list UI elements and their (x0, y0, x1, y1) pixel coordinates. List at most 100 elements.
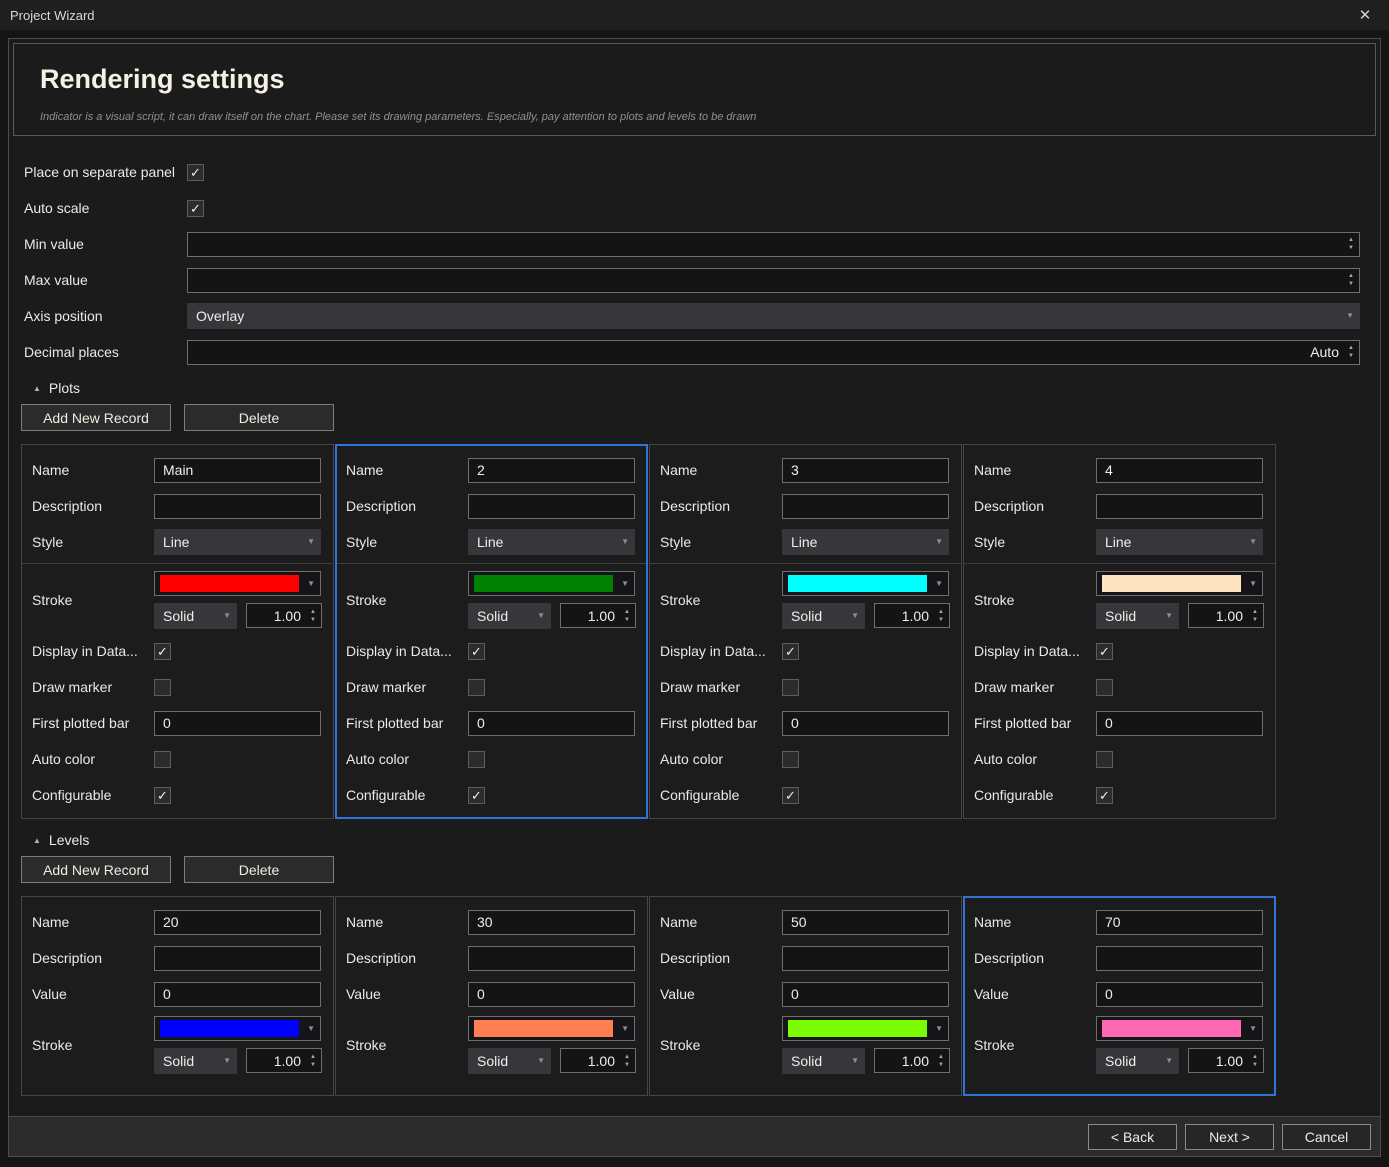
level-description-input[interactable] (154, 946, 321, 971)
spin-up-icon[interactable]: ▲ (310, 609, 316, 615)
spin-down-icon[interactable]: ▼ (624, 617, 630, 623)
spin-down-icon[interactable]: ▼ (1348, 245, 1354, 251)
auto-color-checkbox[interactable] (782, 751, 799, 768)
plot-stroke-style-dropdown[interactable]: Solid ▼ (782, 603, 865, 629)
levels-delete-button[interactable]: Delete (184, 856, 334, 883)
plot-style-dropdown[interactable]: Line ▼ (468, 529, 635, 555)
stroke-width-spinner[interactable]: ▲ ▼ (935, 609, 949, 623)
plot-description-input[interactable] (1096, 494, 1263, 519)
back-button[interactable]: < Back (1088, 1124, 1177, 1150)
plots-section-header[interactable]: ▲ Plots (33, 378, 1380, 398)
spin-up-icon[interactable]: ▲ (310, 1054, 316, 1060)
plot-name-input[interactable] (1096, 458, 1263, 483)
level-description-input[interactable] (782, 946, 949, 971)
decimal-places-spinner[interactable]: ▲ ▼ (1345, 345, 1359, 359)
display-in-data-checkbox[interactable] (782, 643, 799, 660)
stroke-width-spinner[interactable]: ▲ ▼ (1249, 609, 1263, 623)
level-stroke-style-dropdown[interactable]: Solid ▼ (468, 1048, 551, 1074)
auto-scale-checkbox[interactable] (187, 200, 204, 217)
configurable-checkbox[interactable] (468, 787, 485, 804)
spin-up-icon[interactable]: ▲ (1348, 345, 1354, 351)
level-stroke-width-stepper[interactable]: 1.00 ▲ ▼ (1188, 1048, 1264, 1073)
plot-description-input[interactable] (468, 494, 635, 519)
configurable-checkbox[interactable] (154, 787, 171, 804)
spin-up-icon[interactable]: ▲ (1252, 609, 1258, 615)
level-value-input[interactable] (782, 982, 949, 1007)
plot-stroke-width-stepper[interactable]: 1.00 ▲ ▼ (874, 603, 950, 628)
spin-up-icon[interactable]: ▲ (624, 609, 630, 615)
spin-down-icon[interactable]: ▼ (1252, 1062, 1258, 1068)
plot-name-input[interactable] (154, 458, 321, 483)
plot-record-card[interactable]: Name Description Style Line ▼ Stroke ▼ (649, 444, 962, 819)
first-plotted-bar-input[interactable] (1096, 711, 1263, 736)
level-record-card[interactable]: Name Description Value Stroke ▼ Solid ▼ (21, 896, 334, 1096)
display-in-data-checkbox[interactable] (1096, 643, 1113, 660)
stroke-width-spinner[interactable]: ▲ ▼ (935, 1054, 949, 1068)
close-icon[interactable]: ✕ (1351, 3, 1379, 27)
next-button[interactable]: Next > (1185, 1124, 1274, 1150)
min-value-input[interactable]: ▲ ▼ (187, 232, 1360, 257)
spin-up-icon[interactable]: ▲ (1252, 1054, 1258, 1060)
spin-up-icon[interactable]: ▲ (1348, 273, 1354, 279)
level-description-input[interactable] (468, 946, 635, 971)
level-stroke-color-picker[interactable]: ▼ (468, 1016, 635, 1041)
level-stroke-style-dropdown[interactable]: Solid ▼ (1096, 1048, 1179, 1074)
level-stroke-color-picker[interactable]: ▼ (782, 1016, 949, 1041)
level-stroke-color-picker[interactable]: ▼ (154, 1016, 321, 1041)
first-plotted-bar-input[interactable] (154, 711, 321, 736)
place-on-separate-panel-checkbox[interactable] (187, 164, 204, 181)
configurable-checkbox[interactable] (1096, 787, 1113, 804)
spin-down-icon[interactable]: ▼ (624, 1062, 630, 1068)
level-value-input[interactable] (1096, 982, 1263, 1007)
first-plotted-bar-input[interactable] (782, 711, 949, 736)
level-stroke-style-dropdown[interactable]: Solid ▼ (782, 1048, 865, 1074)
max-value-spinner[interactable]: ▲ ▼ (1345, 273, 1359, 287)
auto-color-checkbox[interactable] (154, 751, 171, 768)
levels-add-new-record-button[interactable]: Add New Record (21, 856, 171, 883)
display-in-data-checkbox[interactable] (154, 643, 171, 660)
stroke-width-spinner[interactable]: ▲ ▼ (621, 1054, 635, 1068)
plots-delete-button[interactable]: Delete (184, 404, 334, 431)
level-name-input[interactable] (782, 910, 949, 935)
plot-record-card[interactable]: Name Description Style Line ▼ Stroke ▼ (963, 444, 1276, 819)
level-stroke-width-stepper[interactable]: 1.00 ▲ ▼ (560, 1048, 636, 1073)
min-value-spinner[interactable]: ▲ ▼ (1345, 237, 1359, 251)
plot-style-dropdown[interactable]: Line ▼ (782, 529, 949, 555)
axis-position-dropdown[interactable]: Overlay ▼ (187, 303, 1360, 329)
plot-stroke-width-stepper[interactable]: 1.00 ▲ ▼ (560, 603, 636, 628)
level-record-card[interactable]: Name Description Value Stroke ▼ Solid ▼ (335, 896, 648, 1096)
plot-description-input[interactable] (782, 494, 949, 519)
spin-down-icon[interactable]: ▼ (1348, 353, 1354, 359)
stroke-width-spinner[interactable]: ▲ ▼ (307, 609, 321, 623)
plot-stroke-style-dropdown[interactable]: Solid ▼ (154, 603, 237, 629)
plot-name-input[interactable] (468, 458, 635, 483)
decimal-places-input[interactable]: Auto ▲ ▼ (187, 340, 1360, 365)
plot-record-card[interactable]: Name Description Style Line ▼ Stroke ▼ (21, 444, 334, 819)
level-description-input[interactable] (1096, 946, 1263, 971)
level-value-input[interactable] (154, 982, 321, 1007)
level-name-input[interactable] (154, 910, 321, 935)
level-stroke-color-picker[interactable]: ▼ (1096, 1016, 1263, 1041)
plot-stroke-style-dropdown[interactable]: Solid ▼ (468, 603, 551, 629)
draw-marker-checkbox[interactable] (154, 679, 171, 696)
plot-stroke-color-picker[interactable]: ▼ (1096, 571, 1263, 596)
plot-name-input[interactable] (782, 458, 949, 483)
draw-marker-checkbox[interactable] (782, 679, 799, 696)
spin-up-icon[interactable]: ▲ (938, 609, 944, 615)
display-in-data-checkbox[interactable] (468, 643, 485, 660)
level-stroke-width-stepper[interactable]: 1.00 ▲ ▼ (874, 1048, 950, 1073)
cancel-button[interactable]: Cancel (1282, 1124, 1371, 1150)
stroke-width-spinner[interactable]: ▲ ▼ (1249, 1054, 1263, 1068)
spin-down-icon[interactable]: ▼ (938, 1062, 944, 1068)
level-name-input[interactable] (1096, 910, 1263, 935)
plot-record-card[interactable]: Name Description Style Line ▼ Stroke ▼ (335, 444, 648, 819)
configurable-checkbox[interactable] (782, 787, 799, 804)
plot-style-dropdown[interactable]: Line ▼ (154, 529, 321, 555)
stroke-width-spinner[interactable]: ▲ ▼ (307, 1054, 321, 1068)
spin-down-icon[interactable]: ▼ (1252, 617, 1258, 623)
auto-color-checkbox[interactable] (1096, 751, 1113, 768)
auto-color-checkbox[interactable] (468, 751, 485, 768)
plot-stroke-color-picker[interactable]: ▼ (468, 571, 635, 596)
first-plotted-bar-input[interactable] (468, 711, 635, 736)
level-name-input[interactable] (468, 910, 635, 935)
